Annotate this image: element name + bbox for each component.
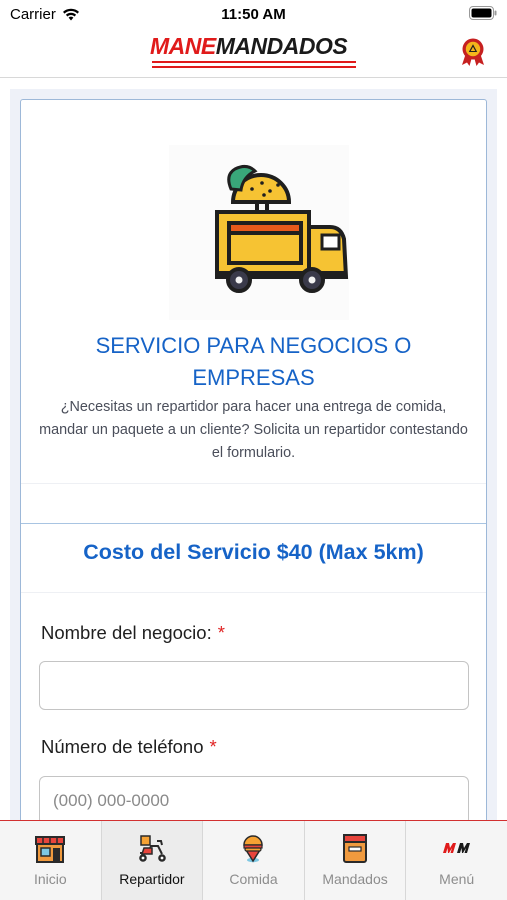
service-title: SERVICIO PARA NEGOCIOS O EMPRESAS — [95, 333, 412, 390]
package-icon — [338, 831, 372, 865]
battery-icon — [469, 6, 497, 25]
tab-label: Comida — [229, 871, 278, 887]
brand-logo[interactable]: MANEMANDADOS — [150, 32, 360, 72]
app-header: MANEMANDADOS — [0, 28, 507, 78]
tab-label: Repartidor — [119, 871, 185, 887]
divider — [21, 483, 486, 484]
tab-mandados[interactable]: Mandados — [305, 821, 407, 900]
status-bar: Carrier 11:50 AM — [0, 0, 507, 28]
food-pin-icon — [236, 831, 270, 865]
tab-label: Mandados — [322, 871, 388, 887]
brand-name-part2: MANDADOS — [215, 33, 348, 59]
brand-name-part1: MANE — [150, 33, 216, 59]
divider — [21, 523, 486, 524]
tab-label: Inicio — [33, 871, 67, 887]
tab-menu[interactable]: Menú — [406, 821, 507, 900]
tab-inicio[interactable]: Inicio — [0, 821, 102, 900]
service-cost-heading: Costo del Servicio $40 (Max 5km) — [83, 540, 424, 564]
phone-label: Número de teléfono * — [41, 736, 217, 758]
tab-comida[interactable]: Comida — [203, 821, 305, 900]
tab-repartidor[interactable]: Repartidor — [101, 821, 204, 900]
required-mark: * — [217, 622, 225, 643]
award-badge-icon[interactable] — [457, 36, 489, 68]
divider — [21, 592, 486, 593]
brand-underline — [152, 61, 356, 71]
scooter-icon — [135, 831, 169, 865]
food-truck-icon — [169, 145, 349, 320]
phone-input[interactable] — [39, 776, 469, 820]
business-name-label-text: Nombre del negocio: — [41, 622, 212, 643]
store-icon — [33, 831, 67, 865]
service-form-card: SERVICIO PARA NEGOCIOS O EMPRESAS ¿Neces… — [20, 99, 487, 820]
service-description: ¿Necesitas un repartidor para hacer una … — [39, 399, 468, 461]
phone-label-text: Número de teléfono — [41, 736, 204, 757]
business-name-input[interactable] — [39, 661, 469, 710]
mm-logo-icon — [440, 831, 474, 865]
main-content[interactable]: SERVICIO PARA NEGOCIOS O EMPRESAS ¿Neces… — [10, 89, 497, 820]
status-time: 11:50 AM — [221, 6, 286, 23]
required-mark: * — [209, 736, 217, 757]
tab-label: Menú — [439, 871, 475, 887]
business-name-label: Nombre del negocio: * — [41, 622, 225, 644]
bottom-tab-bar: Inicio Repartidor Comida Mandados Menú — [0, 820, 507, 900]
